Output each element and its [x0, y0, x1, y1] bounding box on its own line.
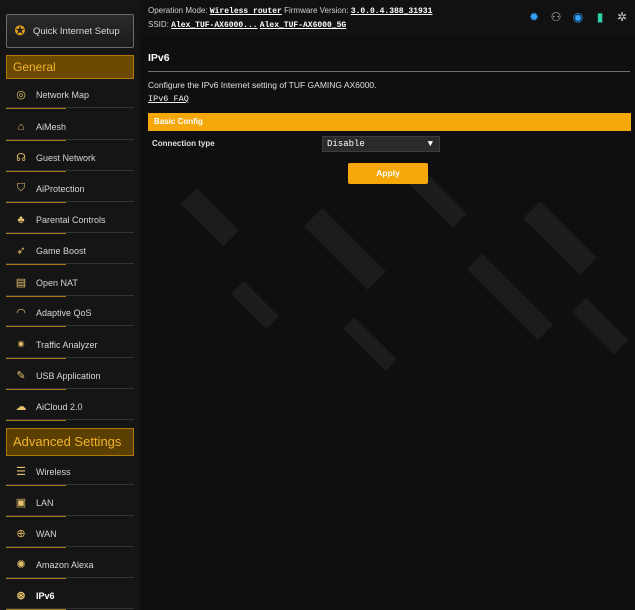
- camo-pattern: [571, 297, 629, 355]
- gear-icon[interactable]: ✹: [527, 10, 541, 24]
- sidebar-item-wireless[interactable]: ☰ Wireless: [6, 459, 134, 486]
- lan-icon: ▣: [15, 497, 27, 509]
- camo-pattern: [523, 201, 597, 275]
- sidebar-item-label: Guest Network: [36, 152, 96, 163]
- network-map-icon: ◎: [16, 89, 26, 101]
- page-title: IPv6: [148, 52, 170, 64]
- sidebar-item-aiprotection[interactable]: ⛉ AiProtection: [6, 176, 134, 203]
- sidebar-item-open-nat[interactable]: ▤ Open NAT: [6, 270, 134, 297]
- cloud-icon: ☁: [15, 401, 27, 413]
- sidebar-item-label: Adaptive QoS: [36, 307, 92, 318]
- sidebar: ✪ Quick Internet Setup General ◎ Network…: [0, 0, 140, 610]
- camo-pattern: [303, 207, 387, 291]
- status-bar: Operation Mode: Wireless router Firmware…: [140, 0, 635, 37]
- general-section-header: General: [6, 55, 134, 79]
- firmware-link[interactable]: 3.0.0.4.388_31931: [351, 7, 433, 16]
- sidebar-item-label: USB Application: [36, 370, 101, 381]
- op-mode-link[interactable]: Wireless router: [210, 7, 282, 16]
- chevron-down-icon: ▼: [427, 139, 433, 149]
- ssid-24g-link[interactable]: Alex_TUF-AX6000...: [171, 21, 257, 30]
- wizard-icon: ✪: [14, 23, 26, 38]
- open-nat-icon: ▤: [15, 277, 27, 289]
- sidebar-item-label: Amazon Alexa: [36, 559, 94, 570]
- camo-pattern: [343, 317, 397, 371]
- apply-button[interactable]: Apply: [348, 163, 428, 184]
- aiprotection-icon: ⛉: [16, 182, 26, 194]
- status-icons: ✹ ⚇ ◉ ▮ ✲: [527, 10, 629, 24]
- settings-icon[interactable]: ✲: [615, 10, 629, 24]
- sidebar-item-label: Open NAT: [36, 277, 78, 288]
- sidebar-item-guest-network[interactable]: ☊ Guest Network: [6, 145, 134, 172]
- camo-pattern: [181, 188, 239, 246]
- connection-type-select[interactable]: Disable ▼: [322, 136, 440, 152]
- op-mode-label: Operation Mode:: [148, 6, 208, 15]
- sidebar-item-label: Game Boost: [36, 245, 87, 256]
- sidebar-item-label: IPv6: [36, 590, 55, 601]
- sidebar-item-network-map[interactable]: ◎ Network Map: [6, 82, 134, 109]
- basic-config-header: Basic Config: [148, 113, 631, 131]
- sidebar-item-label: LAN: [36, 497, 54, 508]
- ssid-label: SSID:: [148, 20, 169, 29]
- sidebar-item-label: Network Map: [36, 89, 90, 100]
- quick-internet-setup-label: Quick Internet Setup: [33, 25, 120, 37]
- alexa-icon: ✺: [16, 559, 26, 571]
- qos-gauge-icon: ◠: [16, 307, 26, 319]
- wireless-icon: ☰: [16, 466, 26, 478]
- ssid-line: SSID: Alex_TUF-AX6000... Alex_TUF-AX6000…: [148, 20, 346, 30]
- title-divider: [148, 71, 630, 72]
- sidebar-item-traffic-analyzer[interactable]: ✷ Traffic Analyzer: [6, 332, 134, 359]
- sidebar-item-game-boost[interactable]: ➶ Game Boost: [6, 238, 134, 265]
- sidebar-item-aicloud[interactable]: ☁ AiCloud 2.0: [6, 394, 134, 421]
- connection-type-label: Connection type: [152, 139, 215, 148]
- sidebar-item-label: Wireless: [36, 466, 71, 477]
- page-description: Configure the IPv6 Internet setting of T…: [148, 80, 377, 90]
- sidebar-item-adaptive-qos[interactable]: ◠ Adaptive QoS: [6, 300, 134, 327]
- sidebar-item-label: AiCloud 2.0: [36, 401, 83, 412]
- traffic-analyzer-icon: ✷: [16, 339, 26, 351]
- sidebar-item-wan[interactable]: ⊕ WAN: [6, 521, 134, 548]
- quick-internet-setup-button[interactable]: ✪ Quick Internet Setup: [6, 14, 134, 48]
- operation-mode-line: Operation Mode: Wireless router Firmware…: [148, 6, 432, 16]
- sidebar-item-ipv6[interactable]: ⊛ IPv6: [6, 583, 134, 610]
- sidebar-item-aimesh[interactable]: ⌂ AiMesh: [6, 114, 134, 141]
- main-panel: IPv6 Configure the IPv6 Internet setting…: [140, 36, 635, 610]
- ssid-5g-link[interactable]: Alex_TUF-AX6000_5G: [260, 21, 346, 30]
- usb-icon: ✎: [16, 370, 26, 382]
- advanced-settings-header: Advanced Settings: [6, 428, 134, 456]
- sidebar-item-label: Traffic Analyzer: [36, 339, 98, 350]
- sidebar-item-label: WAN: [36, 528, 57, 539]
- wan-globe-icon: ⊕: [16, 528, 26, 540]
- sidebar-item-label: AiProtection: [36, 183, 85, 194]
- users-icon[interactable]: ⚇: [549, 10, 563, 24]
- aimesh-icon: ⌂: [17, 120, 25, 133]
- parental-controls-icon: ♣: [17, 213, 25, 226]
- camo-pattern: [466, 253, 554, 341]
- ipv6-globe-icon: ⊛: [16, 590, 26, 602]
- sidebar-item-label: AiMesh: [36, 121, 67, 132]
- connection-type-value: Disable: [327, 139, 365, 149]
- fw-label: Firmware Version:: [284, 6, 349, 15]
- sidebar-item-label: Parental Controls: [36, 214, 106, 225]
- sidebar-item-lan[interactable]: ▣ LAN: [6, 490, 134, 517]
- sidebar-item-amazon-alexa[interactable]: ✺ Amazon Alexa: [6, 552, 134, 579]
- usb-status-icon[interactable]: ◉: [571, 10, 585, 24]
- rocket-icon: ➶: [16, 245, 26, 257]
- ipv6-faq-link[interactable]: IPv6 FAQ: [148, 94, 189, 104]
- sidebar-item-usb-application[interactable]: ✎ USB Application: [6, 363, 134, 390]
- dongle-icon[interactable]: ▮: [593, 10, 607, 24]
- sidebar-item-parental-controls[interactable]: ♣ Parental Controls: [6, 207, 134, 234]
- guest-network-icon: ☊: [16, 152, 26, 164]
- camo-pattern: [230, 280, 280, 330]
